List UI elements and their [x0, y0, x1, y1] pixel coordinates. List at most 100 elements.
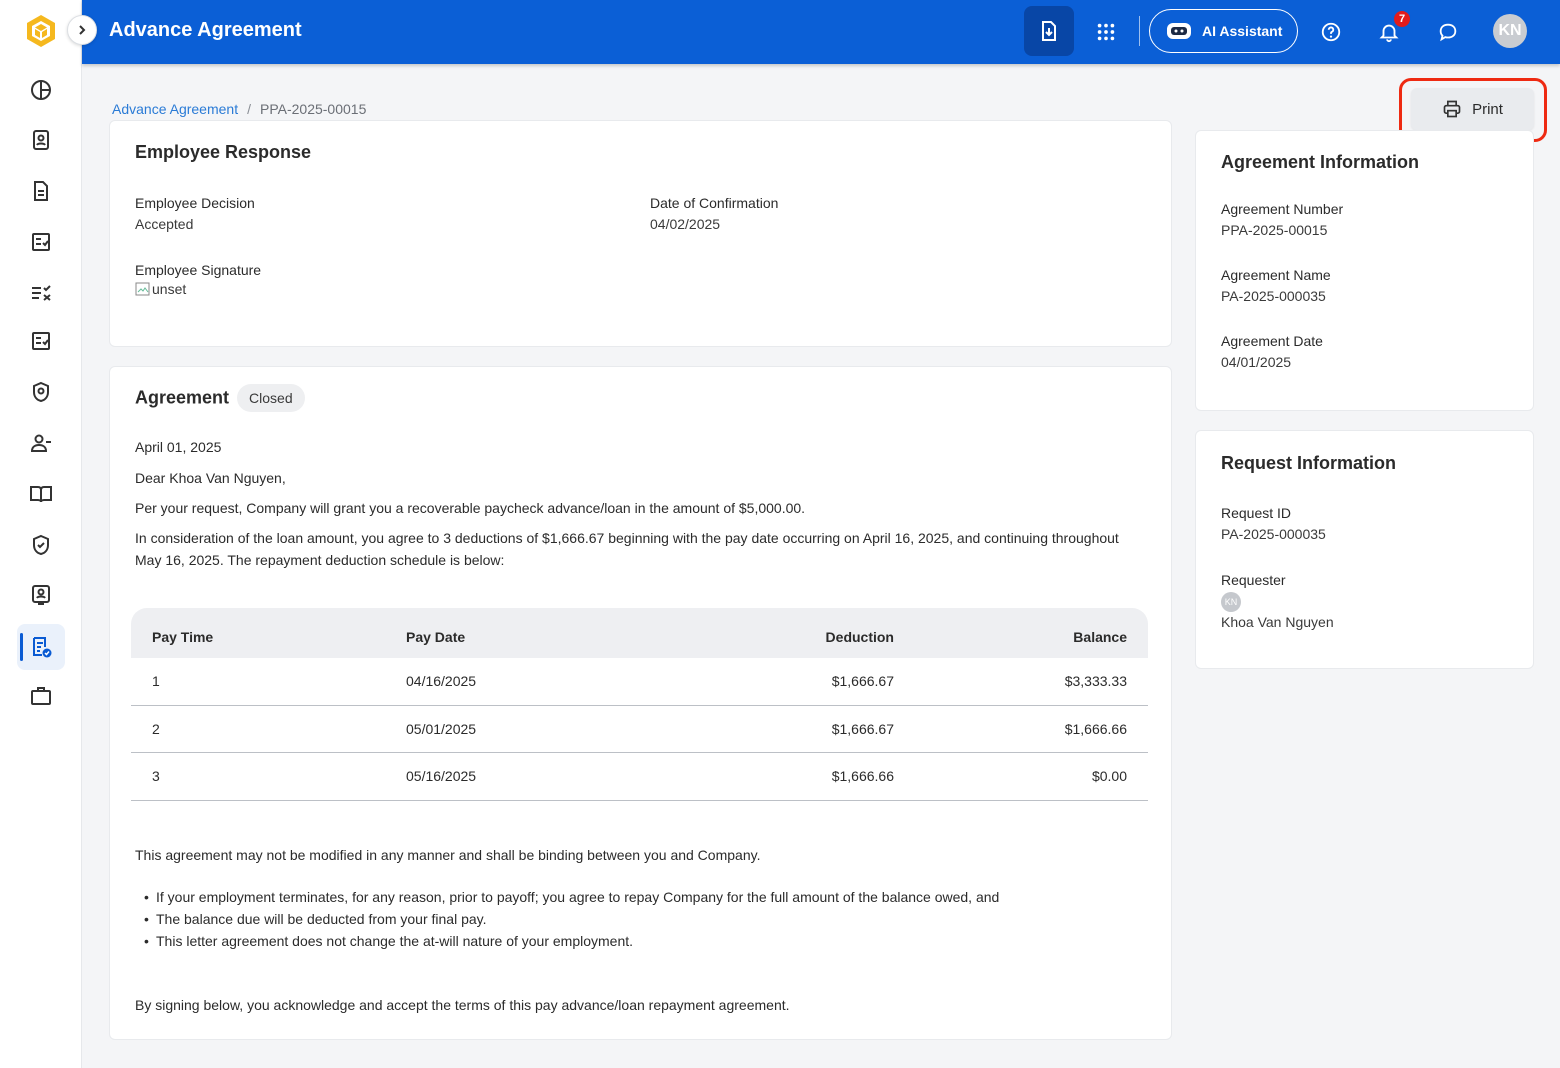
cell-pay-date: 05/16/2025 [406, 768, 477, 785]
agreement-date-label: Agreement Date [1221, 333, 1323, 349]
nav-handbook[interactable] [17, 471, 65, 517]
briefcase-icon [31, 687, 51, 705]
list-check-icon [32, 285, 51, 301]
export-document-button[interactable] [1024, 6, 1074, 56]
notification-badge: 7 [1393, 10, 1411, 28]
requester-label: Requester [1221, 572, 1286, 588]
broken-image-icon [135, 282, 150, 296]
nav-reviews[interactable] [17, 318, 65, 364]
cell-pay-time: 2 [152, 720, 160, 737]
breadcrumb-parent-link[interactable]: Advance Agreement [112, 101, 238, 117]
checklist-icon [32, 332, 50, 350]
agreement-paragraph-2: In consideration of the loan amount, you… [135, 530, 1119, 568]
cell-balance: $3,333.33 [1064, 673, 1127, 690]
print-button[interactable]: Print [1411, 88, 1534, 130]
agreement-paragraph-1: Per your request, Company will grant you… [135, 500, 806, 516]
agreement-terms-intro: This agreement may not be modified in an… [135, 847, 761, 863]
employee-response-title: Employee Response [135, 142, 312, 162]
badge-user-icon [32, 585, 50, 605]
column-header-pay-time: Pay Time [152, 629, 214, 645]
confirmation-date-field: Date of Confirmation 04/02/2025 [650, 195, 778, 232]
user-minus-icon [30, 434, 51, 452]
employee-decision-field: Employee Decision Accepted [135, 195, 255, 232]
chat-button[interactable] [1433, 17, 1463, 47]
employee-signature-label: Employee Signature [135, 262, 262, 278]
signature-image: unset [135, 281, 186, 297]
user-avatar[interactable]: KN [1493, 14, 1527, 48]
download-document-icon [1042, 21, 1056, 41]
request-information-card: Request Information Request ID PA-2025-0… [1195, 430, 1534, 669]
chart-pie-icon [31, 80, 51, 100]
grid-dots-icon [1097, 23, 1115, 41]
app-grid-button[interactable] [1091, 17, 1121, 47]
column-header-deduction: Deduction [825, 629, 894, 645]
help-icon [1321, 22, 1341, 42]
table-row: 3 05/16/2025 $1,666.66 $0.00 [131, 753, 1148, 801]
header-divider [1139, 16, 1140, 46]
nav-security[interactable] [17, 369, 65, 415]
cell-deduction: $1,666.67 [831, 673, 894, 690]
ai-assistant-button[interactable]: AI Assistant [1149, 9, 1298, 53]
cell-pay-time: 3 [152, 768, 160, 785]
nav-offboarding[interactable] [17, 420, 65, 466]
robot-icon [1167, 23, 1191, 39]
cell-deduction: $1,666.67 [831, 720, 894, 737]
app-logo-icon[interactable] [24, 13, 58, 49]
request-information-title: Request Information [1221, 453, 1397, 473]
agreement-date-field: Agreement Date 04/01/2025 [1221, 333, 1323, 370]
sidebar-expand-button[interactable] [67, 15, 97, 45]
agreement-name-field: Agreement Name PA-2025-000035 [1221, 267, 1331, 304]
agreement-number-label: Agreement Number [1221, 201, 1344, 217]
cell-balance: $0.00 [1091, 768, 1127, 785]
agreement-information-card: Agreement Information Agreement Number P… [1195, 130, 1534, 411]
requester-name[interactable]: Khoa Van Nguyen [1221, 614, 1334, 630]
nav-advance-agreement[interactable] [17, 624, 65, 670]
cell-balance: $1,666.66 [1064, 720, 1127, 737]
nav-approvals[interactable] [17, 269, 65, 315]
agreement-information-title: Agreement Information [1221, 152, 1420, 172]
nav-dashboard[interactable] [17, 67, 65, 113]
nav-compliance[interactable] [17, 522, 65, 568]
employee-decision-value: Accepted [135, 216, 194, 232]
breadcrumb-current: PPA-2025-00015 [259, 101, 367, 117]
top-header: Advance Agreement AI Assistant 7 KN [82, 0, 1560, 64]
agreement-closing: By signing below, you acknowledge and ac… [135, 997, 790, 1013]
table-header-row: Pay Time Pay Date Deduction Balance [131, 608, 1148, 658]
confirmation-date-value: 04/02/2025 [650, 216, 721, 232]
agreement-icon [33, 637, 52, 658]
agreement-terms-list: If your employment terminates, for any r… [144, 886, 999, 952]
shield-check-icon [33, 534, 49, 556]
cell-pay-date: 05/01/2025 [406, 720, 477, 737]
sidebar [0, 0, 82, 1068]
confirmation-date-label: Date of Confirmation [650, 195, 779, 211]
agreement-date-value: 04/01/2025 [1221, 354, 1292, 370]
nav-jobs[interactable] [17, 673, 65, 719]
nav-employee-badge[interactable] [17, 572, 65, 618]
cell-pay-time: 1 [152, 673, 160, 690]
chevron-right-icon [79, 25, 86, 35]
nav-documents[interactable] [17, 168, 65, 214]
agreement-name-label: Agreement Name [1221, 267, 1331, 283]
agreement-date: April 01, 2025 [135, 439, 222, 455]
nav-tasks[interactable] [17, 219, 65, 265]
column-header-pay-date: Pay Date [406, 629, 466, 645]
agreement-header: Agreement Closed [135, 384, 305, 412]
page-title: Advance Agreement [109, 19, 302, 41]
agreement-card: Agreement Closed April 01, 2025 Dear Khoa… [109, 366, 1172, 1040]
list-item: The balance due will be deducted from yo… [144, 908, 999, 930]
cell-deduction: $1,666.66 [831, 768, 894, 785]
help-button[interactable] [1316, 17, 1346, 47]
print-label: Print [1472, 100, 1503, 118]
nav-profile[interactable] [17, 117, 65, 163]
book-open-icon [30, 486, 52, 503]
status-badge: Closed [237, 384, 305, 412]
cell-pay-date: 04/16/2025 [406, 673, 477, 690]
printer-icon [1443, 100, 1461, 118]
breadcrumb: Advance Agreement / PPA-2025-00015 [112, 101, 366, 117]
employee-signature-field: Employee Signature unset [135, 262, 261, 300]
request-id-field: Request ID PA-2025-000035 [1221, 505, 1326, 542]
signature-alt-text: unset [152, 281, 187, 297]
document-icon [34, 181, 48, 201]
employee-response-card: Employee Response Employee Decision Acce… [109, 120, 1172, 347]
checklist-icon [32, 233, 50, 251]
